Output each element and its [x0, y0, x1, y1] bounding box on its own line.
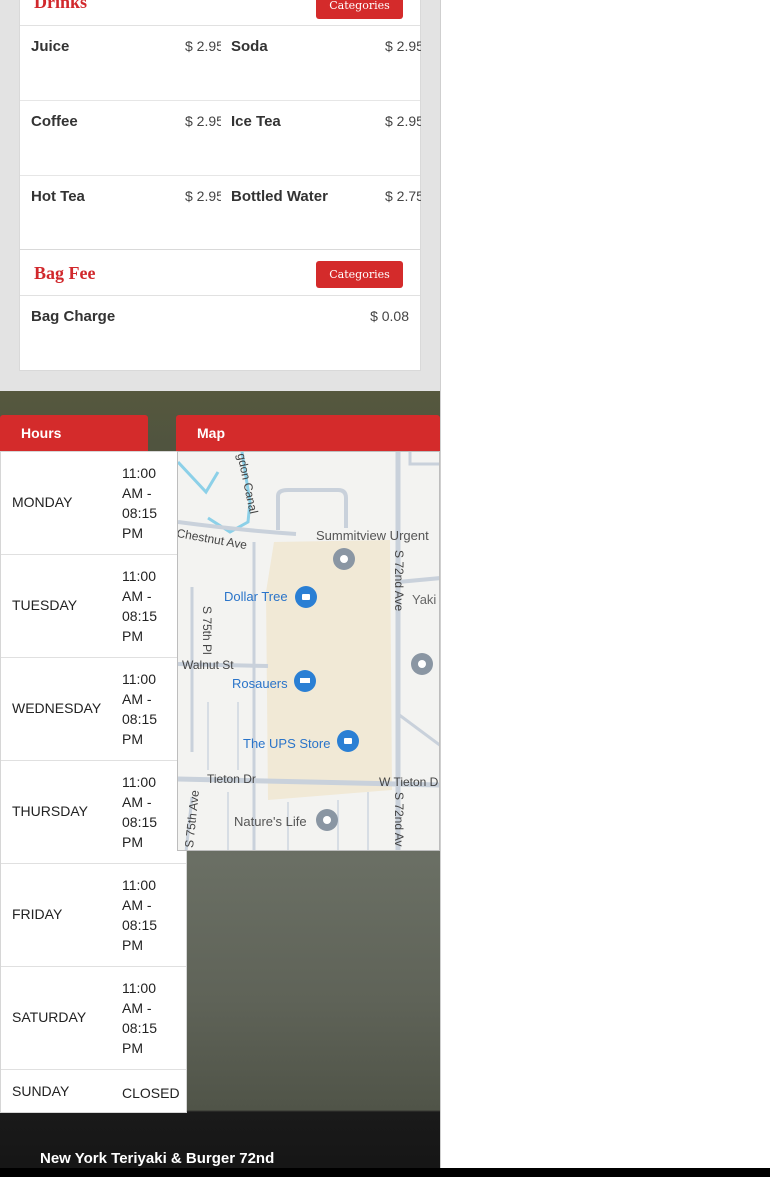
bag-fee-categories-button[interactable]: Categories — [316, 261, 403, 288]
summitview-label[interactable]: Summitview Urgent — [316, 528, 429, 543]
rosauers-label[interactable]: Rosauers — [232, 676, 288, 691]
menu-row: Hot Tea $ 2.95 Bottled Water $ 2.75 — [20, 176, 421, 251]
menu-item-price: $ 2.95 — [185, 38, 221, 54]
tab-map[interactable]: Map — [176, 415, 440, 452]
natures-life-pin — [316, 809, 338, 831]
bag-fee-card: Bag Fee Categories Bag Charge $ 0.08 — [19, 249, 421, 371]
hours-day: THURSDAY — [12, 803, 88, 819]
menu-panel: Drinks Categories Juice $ 2.95 Soda $ 2.… — [0, 0, 441, 391]
s72-bottom-road-label: S 72nd Av — [392, 792, 406, 847]
hours-row: WEDNESDAY 11:00 AM - 08:15 PM — [1, 658, 186, 761]
s72-road-label: S 72nd Ave — [392, 550, 406, 612]
yakima-label: Yaki — [412, 592, 437, 607]
menu-item-name[interactable]: Hot Tea — [31, 188, 85, 208]
hours-time: 11:00 AM - 08:15 PM — [122, 671, 158, 747]
menu-row: Juice $ 2.95 Soda $ 2.95 — [20, 26, 421, 101]
hours-day: SATURDAY — [12, 1009, 87, 1025]
hours-row: FRIDAY 11:00 AM - 08:15 PM — [1, 864, 186, 967]
drinks-card: Drinks Categories Juice $ 2.95 Soda $ 2.… — [19, 0, 421, 250]
hours-day: MONDAY — [12, 494, 73, 510]
shopping-center-area — [266, 540, 392, 800]
hours-row: MONDAY 11:00 AM - 08:15 PM — [1, 452, 186, 555]
ups-store-pin — [337, 730, 359, 752]
menu-item-name[interactable]: Coffee — [31, 113, 78, 133]
hours-day: SUNDAY — [12, 1083, 70, 1099]
menu-row: Coffee $ 2.95 Ice Tea $ 2.95 — [20, 101, 421, 176]
menu-item-price: $ 2.75 — [385, 188, 421, 204]
drinks-title: Drinks — [34, 0, 88, 12]
drinks-categories-button[interactable]: Categories — [316, 0, 403, 19]
menu-item-price: $ 0.08 — [370, 308, 409, 324]
menu-item-name[interactable]: Soda — [231, 38, 268, 58]
bottom-bar — [0, 1168, 770, 1177]
hours-row: SATURDAY 11:00 AM - 08:15 PM — [1, 967, 186, 1070]
tab-hours[interactable]: Hours — [0, 415, 148, 452]
menu-row: Bag Charge $ 0.08 — [20, 296, 420, 371]
menu-item-price: $ 2.95 — [385, 113, 421, 129]
hours-day: FRIDAY — [12, 906, 63, 922]
menu-item-name[interactable]: Bag Charge — [31, 308, 115, 328]
bag-fee-header: Bag Fee Categories — [20, 250, 420, 296]
hours-day: WEDNESDAY — [12, 700, 102, 716]
menu-item-name[interactable]: Ice Tea — [231, 113, 281, 133]
natures-life-label[interactable]: Nature's Life — [234, 814, 307, 829]
location-map[interactable]: gdon Canal Chestnut Ave Summitview Urgen… — [177, 451, 440, 851]
hours-day: TUESDAY — [12, 597, 78, 613]
edge-pin — [411, 653, 433, 675]
dollar-tree-label[interactable]: Dollar Tree — [224, 589, 288, 604]
w-tieton-road-label: W Tieton D — [379, 775, 439, 789]
hours-time: CLOSED — [122, 1085, 180, 1101]
dollar-tree-pin — [295, 586, 317, 608]
menu-item-name[interactable]: Bottled Water — [231, 188, 328, 208]
footer-restaurant-name: New York Teriyaki & Burger 72nd — [40, 1150, 275, 1167]
tieton-road-label: Tieton Dr — [207, 772, 256, 786]
s75pl-road-label: S 75th Pl — [200, 606, 214, 655]
bag-fee-title: Bag Fee — [34, 263, 96, 283]
menu-item-price: $ 2.95 — [185, 113, 221, 129]
summitview-pin — [333, 548, 355, 570]
restaurant-page: Drinks Categories Juice $ 2.95 Soda $ 2.… — [0, 0, 441, 1177]
hours-time: 11:00 AM - 08:15 PM — [122, 877, 158, 953]
hours-row: THURSDAY 11:00 AM - 08:15 PM — [1, 761, 186, 864]
hours-time: 11:00 AM - 08:15 PM — [122, 980, 158, 1056]
hours-time: 11:00 AM - 08:15 PM — [122, 568, 158, 644]
rosauers-pin — [294, 670, 316, 692]
ups-store-label[interactable]: The UPS Store — [243, 736, 330, 751]
menu-item-name[interactable]: Juice — [31, 38, 69, 58]
hours-table: MONDAY 11:00 AM - 08:15 PM TUESDAY 11:00… — [0, 451, 187, 1113]
page-edge-divider — [440, 0, 441, 1168]
walnut-road-label: Walnut St — [182, 658, 234, 672]
menu-item-price: $ 2.95 — [185, 188, 221, 204]
hours-row: TUESDAY 11:00 AM - 08:15 PM — [1, 555, 186, 658]
hours-time: 11:00 AM - 08:15 PM — [122, 774, 158, 850]
hours-row: SUNDAY CLOSED — [1, 1070, 186, 1112]
hours-time: 11:00 AM - 08:15 PM — [122, 465, 158, 541]
drinks-header: Drinks Categories — [20, 0, 420, 26]
menu-item-price: $ 2.95 — [385, 38, 421, 54]
